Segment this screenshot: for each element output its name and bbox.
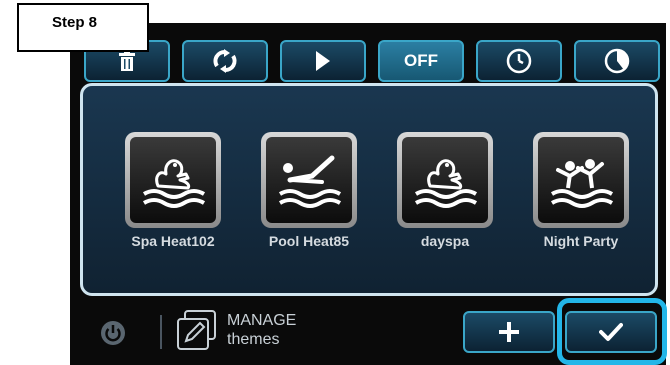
theme-tile-spa-heat[interactable]: Spa Heat102 — [123, 132, 223, 249]
play-button[interactable] — [280, 40, 366, 82]
theme-label: dayspa — [420, 233, 470, 249]
plus-icon — [499, 322, 519, 342]
duck-waves-icon — [142, 159, 206, 208]
manage-themes-button[interactable]: MANAGE themes — [175, 305, 325, 355]
confirm-highlight — [557, 298, 667, 365]
clock-icon — [506, 48, 532, 74]
toolbar: OFF — [84, 40, 666, 85]
timer-button[interactable] — [574, 40, 660, 82]
timer-icon — [604, 48, 630, 74]
manage-label: MANAGE — [227, 312, 297, 329]
refresh-button[interactable] — [182, 40, 268, 82]
off-label: OFF — [404, 51, 438, 70]
add-theme-button[interactable] — [463, 311, 555, 353]
edit-themes-icon — [177, 310, 216, 350]
off-button[interactable]: OFF — [378, 40, 464, 82]
theme-tile-dayspa[interactable]: dayspa — [395, 132, 495, 249]
trash-icon — [119, 51, 135, 71]
theme-tile-night-party[interactable]: Night Party — [531, 132, 631, 249]
themes-label: themes — [227, 331, 280, 348]
divider — [160, 315, 162, 349]
play-icon — [316, 51, 330, 71]
theme-tile-pool-heat[interactable]: Pool Heat85 — [259, 132, 359, 249]
theme-label: Spa Heat102 — [131, 233, 215, 249]
power-icon[interactable] — [100, 320, 126, 346]
step-label: Step 8 — [17, 3, 149, 52]
duck-waves-icon — [414, 159, 478, 208]
schedule-button[interactable] — [476, 40, 562, 82]
themes-panel: Spa Heat102 Pool Heat85 dayspa Night Par… — [80, 83, 658, 296]
swimmer-lounge-icon — [278, 155, 342, 208]
party-people-icon — [550, 159, 614, 208]
refresh-icon — [213, 49, 237, 73]
theme-label: Night Party — [543, 233, 619, 249]
theme-label: Pool Heat85 — [268, 233, 350, 249]
